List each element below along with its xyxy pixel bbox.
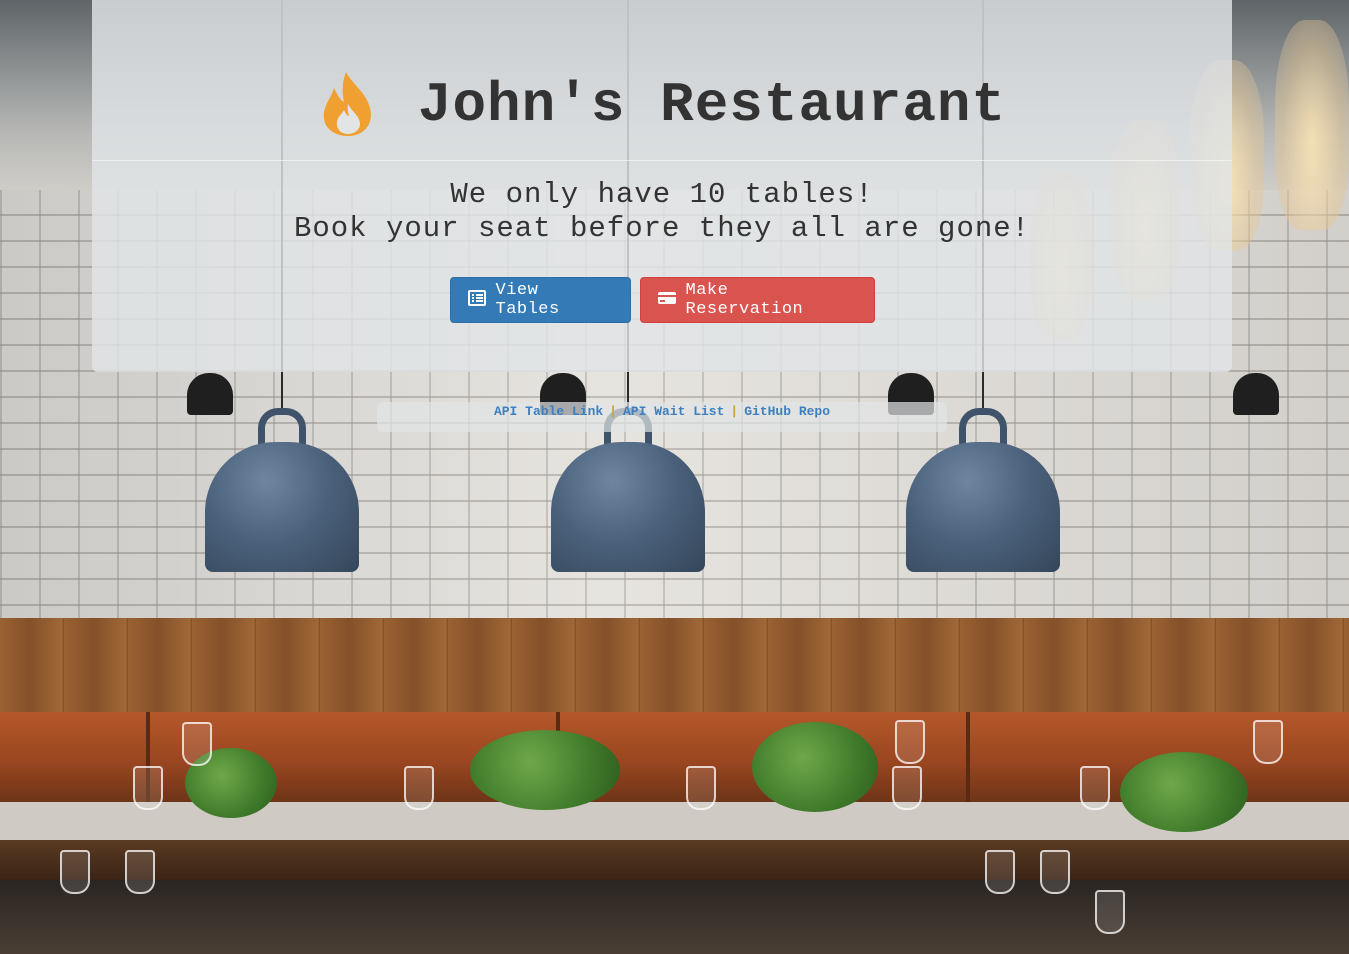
wine-glass — [1095, 890, 1125, 934]
list-icon — [467, 290, 486, 306]
wine-glass — [1253, 720, 1283, 764]
wine-glass — [895, 720, 925, 764]
github-repo-link[interactable]: GitHub Repo — [744, 404, 830, 419]
fire-icon — [318, 70, 378, 140]
plant — [470, 730, 620, 810]
link-separator: | — [730, 404, 739, 419]
wine-glass — [1040, 850, 1070, 894]
view-tables-button[interactable]: View Tables — [449, 277, 631, 323]
wine-glass — [125, 850, 155, 894]
view-tables-label: View Tables — [495, 281, 560, 319]
page-title: John's Restaurant — [417, 73, 1007, 137]
wine-glass — [404, 766, 434, 810]
tagline-line-1: We only have 10 tables! — [450, 178, 874, 211]
wine-glass — [60, 850, 90, 894]
link-separator: | — [609, 404, 617, 419]
action-buttons: View Tables Make Reservation — [92, 277, 1232, 323]
wall-sconce — [1233, 373, 1279, 415]
title-row: John's Restaurant — [92, 50, 1232, 161]
api-links-bar: API Table Link | API Wait List | GitHub Repo — [377, 402, 947, 432]
wine-glass — [985, 850, 1015, 894]
wine-glass — [133, 766, 163, 810]
dining-table — [0, 840, 1349, 880]
make-reservation-label: Make Reservation — [685, 281, 804, 319]
plant — [752, 722, 878, 812]
jumbotron: John's Restaurant We only have 10 tables… — [92, 0, 1232, 372]
glass-bulb — [1275, 20, 1349, 230]
wine-glass — [1080, 766, 1110, 810]
tagline: We only have 10 tables! Book your seat b… — [92, 178, 1232, 246]
floor — [0, 880, 1349, 954]
api-table-link[interactable]: API Table Link — [494, 404, 603, 419]
tagline-line-2: Book your seat before they all are gone! — [293, 212, 1031, 245]
make-reservation-button[interactable]: Make Reservation — [639, 277, 875, 323]
api-wait-list-link[interactable]: API Wait List — [623, 404, 724, 419]
plant — [1120, 752, 1248, 832]
wine-glass — [892, 766, 922, 810]
wine-glass — [182, 722, 212, 766]
wine-glass — [686, 766, 716, 810]
credit-card-icon — [657, 290, 676, 306]
